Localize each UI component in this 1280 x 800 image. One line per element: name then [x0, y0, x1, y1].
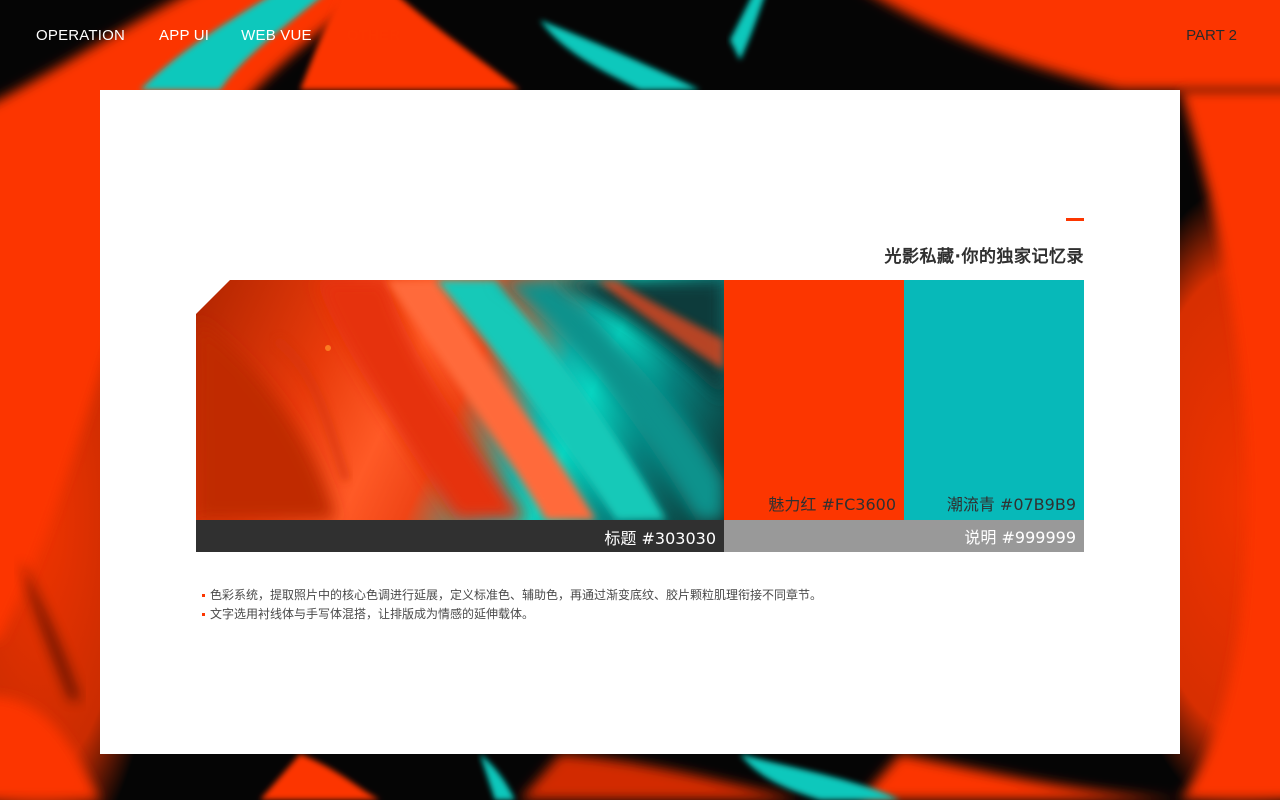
notes-list: 色彩系统，提取照片中的核心色调进行延展，定义标准色、辅助色，再通过渐变底纹、胶片…	[202, 586, 822, 624]
top-nav: OPERATION APP UI WEB VUE OTHER	[36, 26, 400, 46]
nav-item-web-vue[interactable]: WEB VUE	[241, 26, 312, 46]
teal-swatch: 潮流青 #07B9B9	[904, 280, 1084, 520]
nav-item-operation[interactable]: OPERATION	[36, 26, 125, 46]
sample-photo-art	[196, 280, 724, 520]
red-swatch: 魅力红 #FC3600	[724, 280, 904, 520]
teal-swatch-label: 潮流青 #07B9B9	[946, 495, 1076, 514]
sample-photo	[196, 280, 724, 520]
title-color-label: 标题 #303030	[604, 529, 716, 548]
content-card: 光影私藏·你的独家记忆录 标题 #303030 魅力红 #FC3600 潮流青 …	[100, 90, 1180, 754]
nav-item-app-ui[interactable]: APP UI	[159, 26, 209, 46]
nav-item-other[interactable]: OTHER	[347, 26, 401, 46]
desc-color-bar: 说明 #999999	[724, 520, 1084, 552]
accent-dash	[1066, 218, 1084, 221]
red-swatch-label: 魅力红 #FC3600	[768, 495, 896, 514]
desc-color-label: 说明 #999999	[964, 528, 1076, 547]
list-item: 文字选用衬线体与手写体混搭，让排版成为情感的延伸载体。	[202, 605, 822, 624]
list-item: 色彩系统，提取照片中的核心色调进行延展，定义标准色、辅助色，再通过渐变底纹、胶片…	[202, 586, 822, 605]
color-palette: 标题 #303030 魅力红 #FC3600 潮流青 #07B9B9 说明 #9…	[196, 280, 1084, 552]
card-title: 光影私藏·你的独家记忆录	[884, 247, 1084, 267]
title-color-bar: 标题 #303030	[196, 520, 724, 552]
part-label: PART 2	[1186, 27, 1237, 44]
